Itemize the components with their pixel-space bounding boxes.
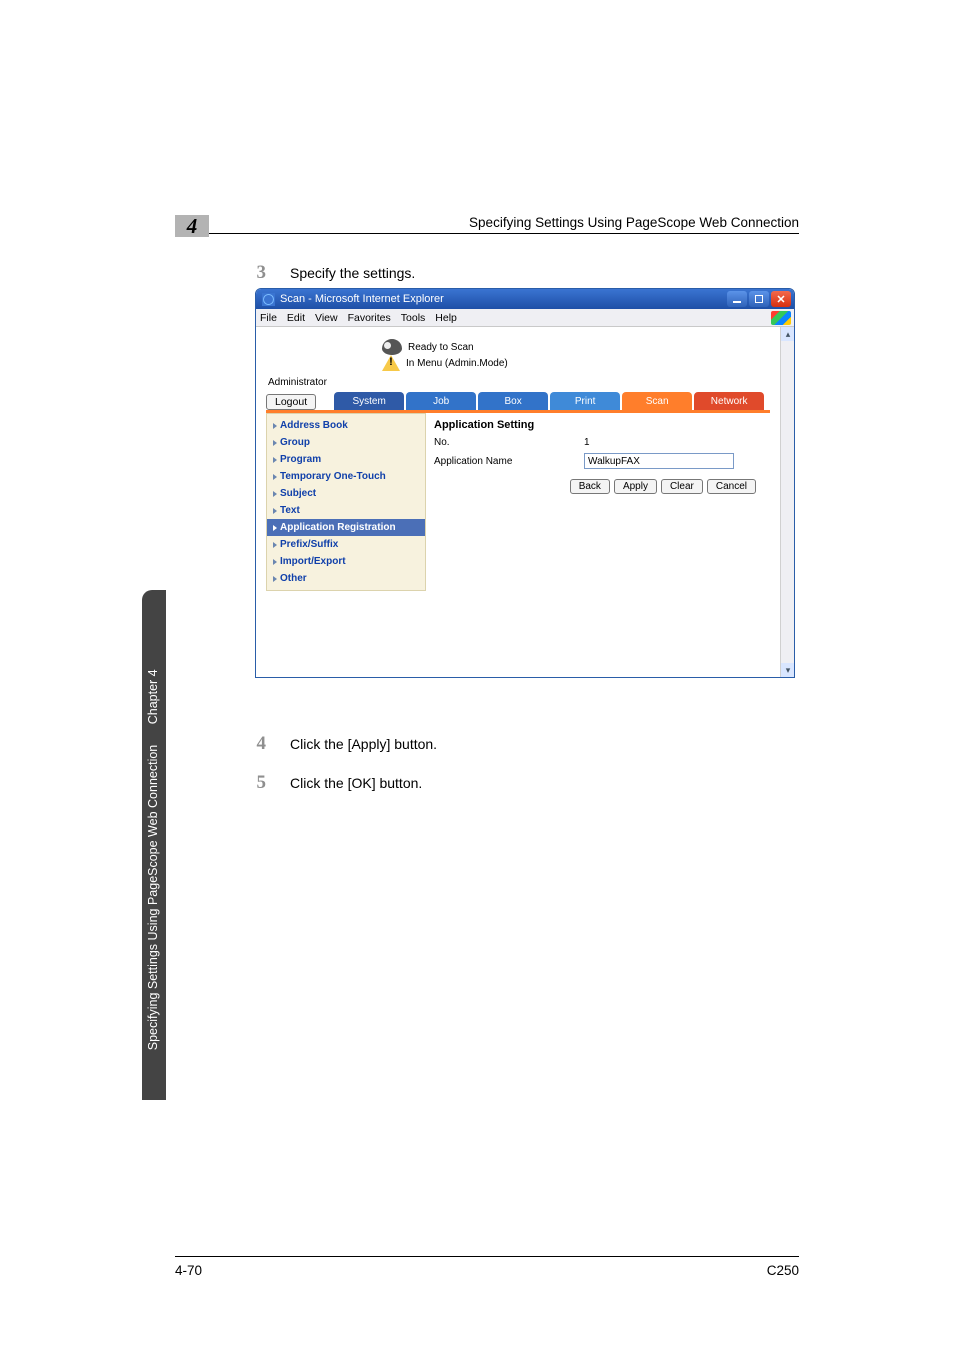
- sidebar-item-label: Other: [280, 573, 307, 584]
- cancel-button[interactable]: Cancel: [707, 479, 756, 494]
- sidebar-item-label: Address Book: [280, 420, 348, 431]
- triangle-icon: [273, 542, 277, 548]
- tab-job[interactable]: Job: [406, 392, 476, 410]
- sidebar-item-subject[interactable]: Subject: [267, 485, 425, 502]
- sidebar: Address Book Group Program Temporary One…: [266, 413, 426, 591]
- menu-help[interactable]: Help: [435, 312, 457, 324]
- menu-view[interactable]: View: [315, 312, 338, 324]
- scroll-down-icon[interactable]: ▾: [781, 663, 795, 677]
- no-value: 1: [584, 437, 590, 448]
- sidebar-item-address-book[interactable]: Address Book: [267, 417, 425, 434]
- step-4-number: 4: [250, 733, 266, 755]
- step-3-number: 3: [250, 262, 266, 284]
- chapter-number: 4: [187, 214, 198, 239]
- page-header-title: Specifying Settings Using PageScope Web …: [175, 215, 799, 230]
- sidebar-item-label: Prefix/Suffix: [280, 539, 338, 550]
- footer-model: C250: [767, 1263, 799, 1278]
- sidebar-item-label: Import/Export: [280, 556, 346, 567]
- browser-content: Ready to Scan In Menu (Admin.Mode) Admin…: [256, 327, 780, 677]
- triangle-icon: [273, 576, 277, 582]
- sidebar-item-label: Temporary One-Touch: [280, 471, 386, 482]
- sidebar-item-group[interactable]: Group: [267, 434, 425, 451]
- sidebar-item-application-registration[interactable]: Application Registration: [267, 519, 425, 536]
- sidebar-item-import-export[interactable]: Import/Export: [267, 553, 425, 570]
- step-4: 4 Click the [Apply] button.: [250, 733, 437, 755]
- window-title: Scan - Microsoft Internet Explorer: [280, 293, 444, 305]
- menu-tools[interactable]: Tools: [401, 312, 426, 324]
- tab-network[interactable]: Network: [694, 392, 764, 410]
- sidebar-item-label: Text: [280, 505, 300, 516]
- appname-input[interactable]: [584, 453, 734, 469]
- sidebar-item-program[interactable]: Program: [267, 451, 425, 468]
- step-4-text: Click the [Apply] button.: [290, 736, 437, 752]
- titlebar: Scan - Microsoft Internet Explorer ✕: [256, 289, 794, 309]
- close-button[interactable]: ✕: [771, 291, 791, 307]
- printer-icon: [382, 339, 402, 355]
- step-5: 5 Click the [OK] button.: [250, 772, 422, 794]
- warning-icon: [382, 355, 400, 371]
- tab-print[interactable]: Print: [550, 392, 620, 410]
- tab-system[interactable]: System: [334, 392, 404, 410]
- side-tab-title: Specifying Settings Using PageScope Web …: [146, 745, 160, 1051]
- logout-button[interactable]: Logout: [266, 394, 316, 410]
- apply-button[interactable]: Apply: [614, 479, 657, 494]
- no-label: No.: [434, 437, 584, 448]
- step-5-number: 5: [250, 772, 266, 794]
- footer: 4-70 C250: [175, 1256, 799, 1278]
- tab-scan[interactable]: Scan: [622, 392, 692, 410]
- sidebar-item-other[interactable]: Other: [267, 570, 425, 587]
- sidebar-item-temporary-one-touch[interactable]: Temporary One-Touch: [267, 468, 425, 485]
- sidebar-item-label: Subject: [280, 488, 316, 499]
- menu-file[interactable]: File: [260, 312, 277, 324]
- footer-page-number: 4-70: [175, 1263, 202, 1278]
- back-button[interactable]: Back: [570, 479, 610, 494]
- status-ready-text: Ready to Scan: [408, 342, 474, 353]
- clear-button[interactable]: Clear: [661, 479, 703, 494]
- step-5-text: Click the [OK] button.: [290, 775, 422, 791]
- menubar: File Edit View Favorites Tools Help: [256, 309, 794, 327]
- sidebar-item-label: Program: [280, 454, 321, 465]
- side-tab-chapter: Chapter 4: [145, 669, 163, 724]
- step-3-text: Specify the settings.: [290, 265, 415, 281]
- chapter-number-box: 4: [175, 215, 209, 237]
- scroll-up-icon[interactable]: ▴: [781, 327, 795, 341]
- sidebar-item-label: Application Registration: [280, 522, 396, 533]
- role-label: Administrator: [268, 377, 770, 388]
- menu-favorites[interactable]: Favorites: [348, 312, 391, 324]
- main-heading: Application Setting: [434, 419, 762, 431]
- appname-label: Application Name: [434, 456, 584, 467]
- status-mode: In Menu (Admin.Mode): [382, 355, 770, 371]
- triangle-icon: [273, 559, 277, 565]
- triangle-icon: [273, 423, 277, 429]
- status-ready: Ready to Scan: [382, 339, 770, 355]
- tab-box[interactable]: Box: [478, 392, 548, 410]
- sidebar-item-label: Group: [280, 437, 310, 448]
- maximize-button[interactable]: [749, 291, 769, 307]
- triangle-icon: [273, 508, 277, 514]
- menu-edit[interactable]: Edit: [287, 312, 305, 324]
- windows-flag-icon: [771, 311, 791, 325]
- triangle-icon: [273, 457, 277, 463]
- side-tab: Specifying Settings Using PageScope Web …: [142, 590, 166, 1100]
- sidebar-item-text[interactable]: Text: [267, 502, 425, 519]
- main-panel: Application Setting No. 1 Application Na…: [426, 413, 770, 591]
- step-3: 3 Specify the settings.: [250, 262, 415, 284]
- sidebar-item-prefix-suffix[interactable]: Prefix/Suffix: [267, 536, 425, 553]
- triangle-icon: [273, 525, 277, 531]
- triangle-icon: [273, 474, 277, 480]
- browser-window: Scan - Microsoft Internet Explorer ✕ Fil…: [255, 288, 795, 678]
- triangle-icon: [273, 491, 277, 497]
- minimize-button[interactable]: [727, 291, 747, 307]
- status-mode-text: In Menu (Admin.Mode): [406, 358, 508, 369]
- ie-icon: [262, 293, 275, 306]
- triangle-icon: [273, 440, 277, 446]
- vertical-scrollbar[interactable]: ▴ ▾: [780, 327, 794, 677]
